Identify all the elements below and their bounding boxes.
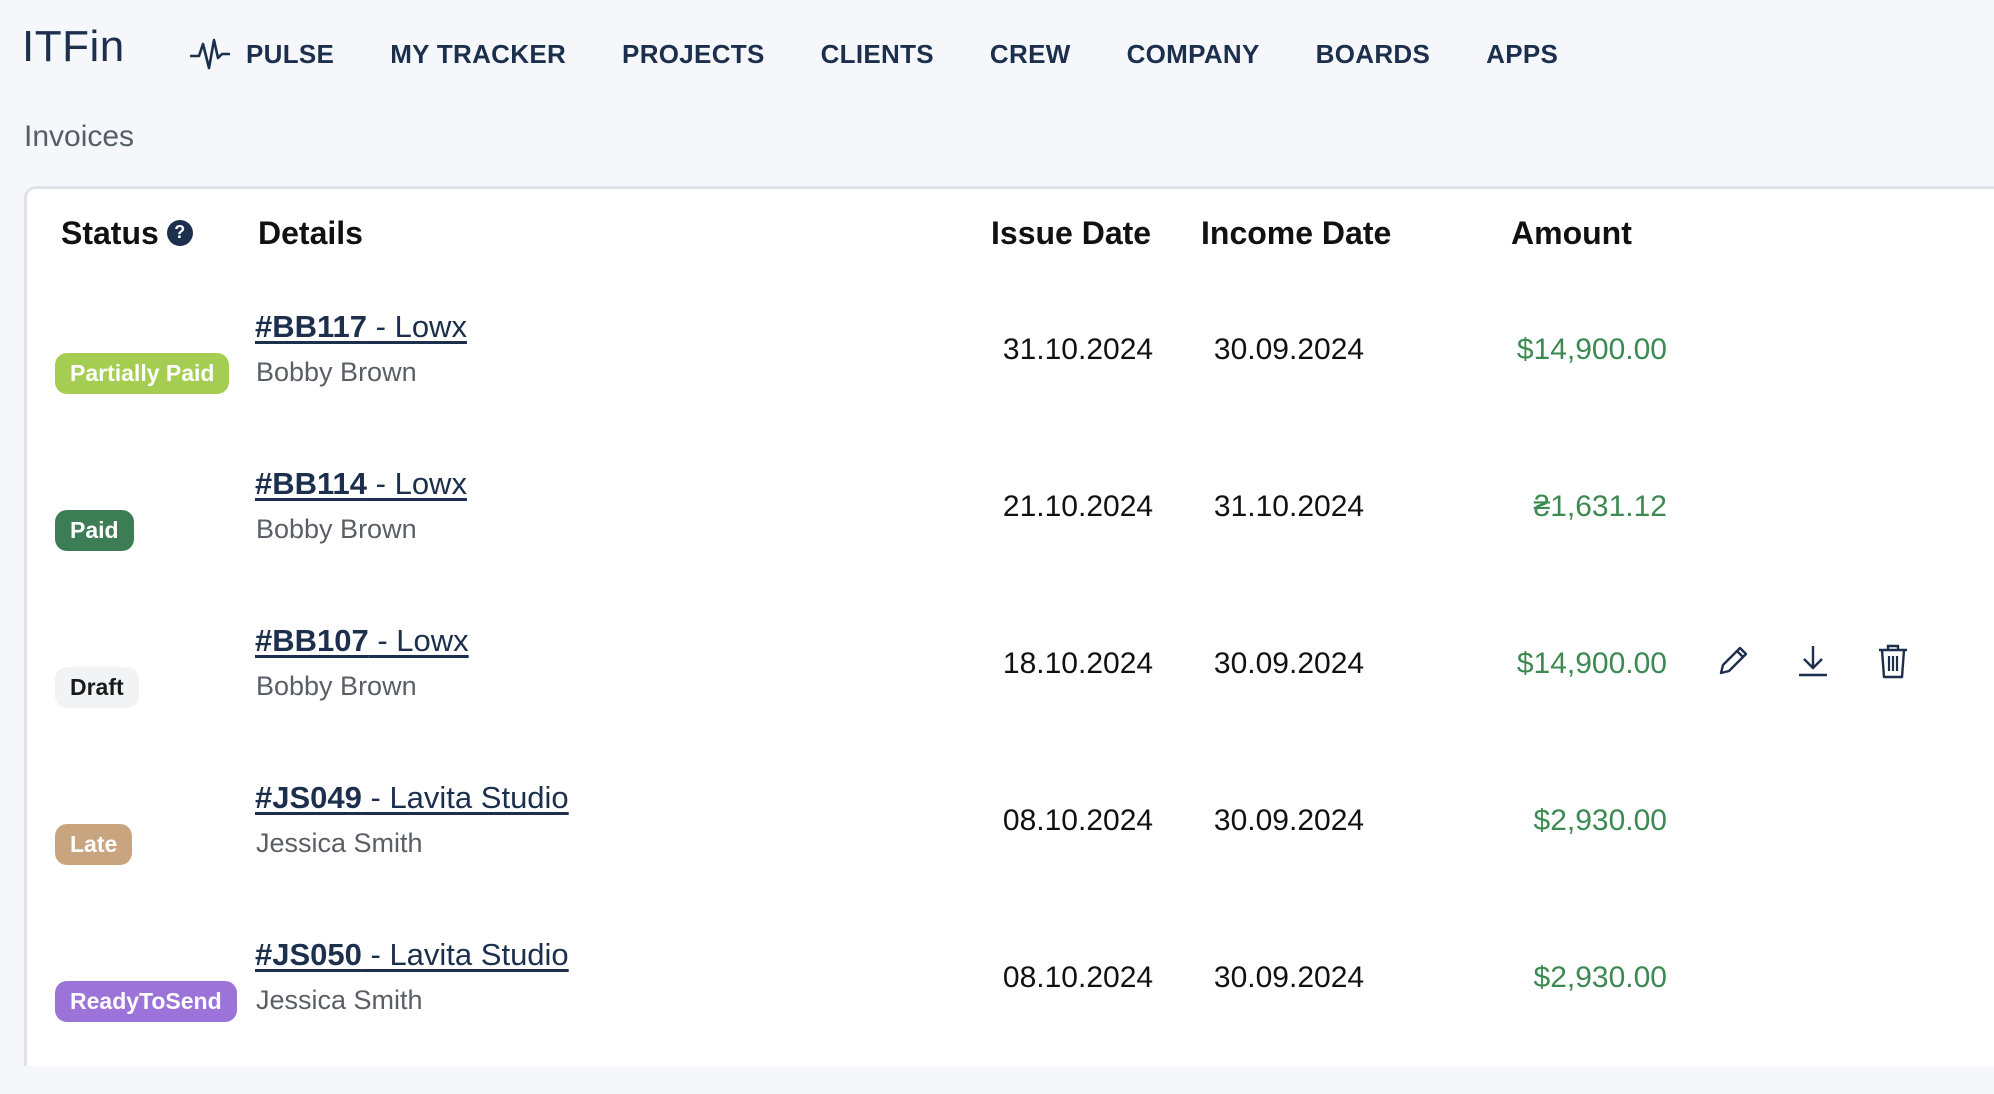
- invoice-amount: $2,930.00: [1533, 961, 1667, 994]
- invoices-table-card: Status? Details Issue Date Income Date A…: [24, 186, 1994, 1066]
- page-title: Invoices: [24, 120, 135, 153]
- trash-icon: [1879, 644, 1907, 679]
- edit-icon: [1719, 646, 1748, 675]
- invoice-amount: ₴1,631.12: [1533, 490, 1667, 523]
- income-date: 30.09.2024: [1213, 333, 1365, 366]
- table-row[interactable]: Partially Paid #BB117 - Lowx Bobby Brown…: [27, 309, 1994, 466]
- nav-item-boards[interactable]: BOARDS: [1316, 39, 1430, 70]
- invoice-client: Jessica Smith: [256, 985, 423, 1015]
- nav-item-clients[interactable]: CLIENTS: [821, 39, 934, 70]
- column-header-details[interactable]: Details: [258, 215, 363, 252]
- nav-item-crew[interactable]: CREW: [990, 39, 1071, 70]
- invoice-code: #JS050: [255, 937, 362, 972]
- main-nav: PULSE MY TRACKER PROJECTS CLIENTS CREW C…: [190, 36, 1614, 72]
- delete-button[interactable]: [1871, 639, 1915, 683]
- invoice-link[interactable]: #JS050 - Lavita Studio: [255, 937, 569, 973]
- status-badge: ReadyToSend: [55, 981, 237, 1022]
- table-row[interactable]: ReadyToSend #JS050 - Lavita Studio Jessi…: [27, 937, 1994, 1094]
- pulse-icon: [190, 38, 230, 70]
- nav-item-pulse[interactable]: PULSE: [190, 36, 334, 72]
- invoice-client: Bobby Brown: [256, 514, 417, 544]
- column-header-amount[interactable]: Amount: [1511, 215, 1632, 252]
- table-row[interactable]: Draft #BB107 - Lowx Bobby Brown 18.10.20…: [27, 623, 1994, 780]
- income-date: 30.09.2024: [1213, 961, 1365, 994]
- column-header-status[interactable]: Status?: [61, 215, 193, 252]
- invoice-code: #BB107: [255, 623, 369, 658]
- edit-button[interactable]: [1711, 639, 1755, 683]
- issue-date: 08.10.2024: [1002, 804, 1154, 837]
- column-header-issue-date[interactable]: Issue Date: [991, 215, 1151, 252]
- table-row[interactable]: Paid #BB114 - Lowx Bobby Brown 21.10.202…: [27, 466, 1994, 623]
- issue-date: 31.10.2024: [1002, 333, 1154, 366]
- invoice-link[interactable]: #BB117 - Lowx: [255, 309, 467, 345]
- invoice-project: - Lowx: [367, 466, 467, 501]
- invoice-code: #BB117: [255, 309, 368, 344]
- invoice-code: #JS049: [255, 780, 362, 815]
- invoice-amount: $2,930.00: [1533, 804, 1667, 837]
- top-navigation-bar: ITFin PULSE MY TRACKER PROJECTS CLIENTS …: [0, 0, 1994, 110]
- help-icon[interactable]: ?: [166, 219, 193, 246]
- column-header-income-date[interactable]: Income Date: [1201, 215, 1391, 252]
- income-date: 30.09.2024: [1213, 647, 1365, 680]
- invoice-project: - Lowx: [367, 309, 467, 344]
- status-badge: Draft: [55, 667, 139, 708]
- invoice-client: Bobby Brown: [256, 671, 417, 701]
- invoice-link[interactable]: #BB114 - Lowx: [255, 466, 467, 502]
- invoice-code: #BB114: [255, 466, 368, 501]
- download-icon: [1799, 646, 1827, 677]
- status-badge: Paid: [55, 510, 134, 551]
- invoice-client: Jessica Smith: [256, 828, 423, 858]
- nav-label: PULSE: [246, 38, 335, 69]
- table-row[interactable]: Late #JS049 - Lavita Studio Jessica Smit…: [27, 780, 1994, 937]
- column-header-label: Status: [61, 215, 159, 251]
- invoice-client: Bobby Brown: [256, 357, 417, 387]
- nav-item-company[interactable]: COMPANY: [1127, 39, 1260, 70]
- invoice-amount: $14,900.00: [1516, 647, 1667, 680]
- invoice-link[interactable]: #BB107 - Lowx: [255, 623, 469, 659]
- download-button[interactable]: [1791, 639, 1835, 683]
- issue-date: 08.10.2024: [1002, 961, 1154, 994]
- invoice-project: - Lavita Studio: [361, 780, 569, 815]
- invoice-link[interactable]: #JS049 - Lavita Studio: [255, 780, 569, 816]
- invoice-amount: $14,900.00: [1516, 333, 1667, 366]
- status-badge: Late: [55, 824, 133, 865]
- nav-item-apps[interactable]: APPS: [1486, 39, 1558, 70]
- income-date: 30.09.2024: [1213, 804, 1365, 837]
- invoice-project: - Lowx: [368, 623, 469, 658]
- issue-date: 18.10.2024: [1002, 647, 1154, 680]
- nav-item-projects[interactable]: PROJECTS: [622, 39, 765, 70]
- issue-date: 21.10.2024: [1002, 490, 1154, 523]
- app-logo[interactable]: ITFin: [22, 22, 125, 72]
- income-date: 31.10.2024: [1213, 490, 1365, 523]
- invoice-project: - Lavita Studio: [361, 937, 569, 972]
- nav-item-my-tracker[interactable]: MY TRACKER: [390, 39, 566, 70]
- status-badge: Partially Paid: [55, 353, 230, 394]
- row-actions: [1711, 639, 1951, 683]
